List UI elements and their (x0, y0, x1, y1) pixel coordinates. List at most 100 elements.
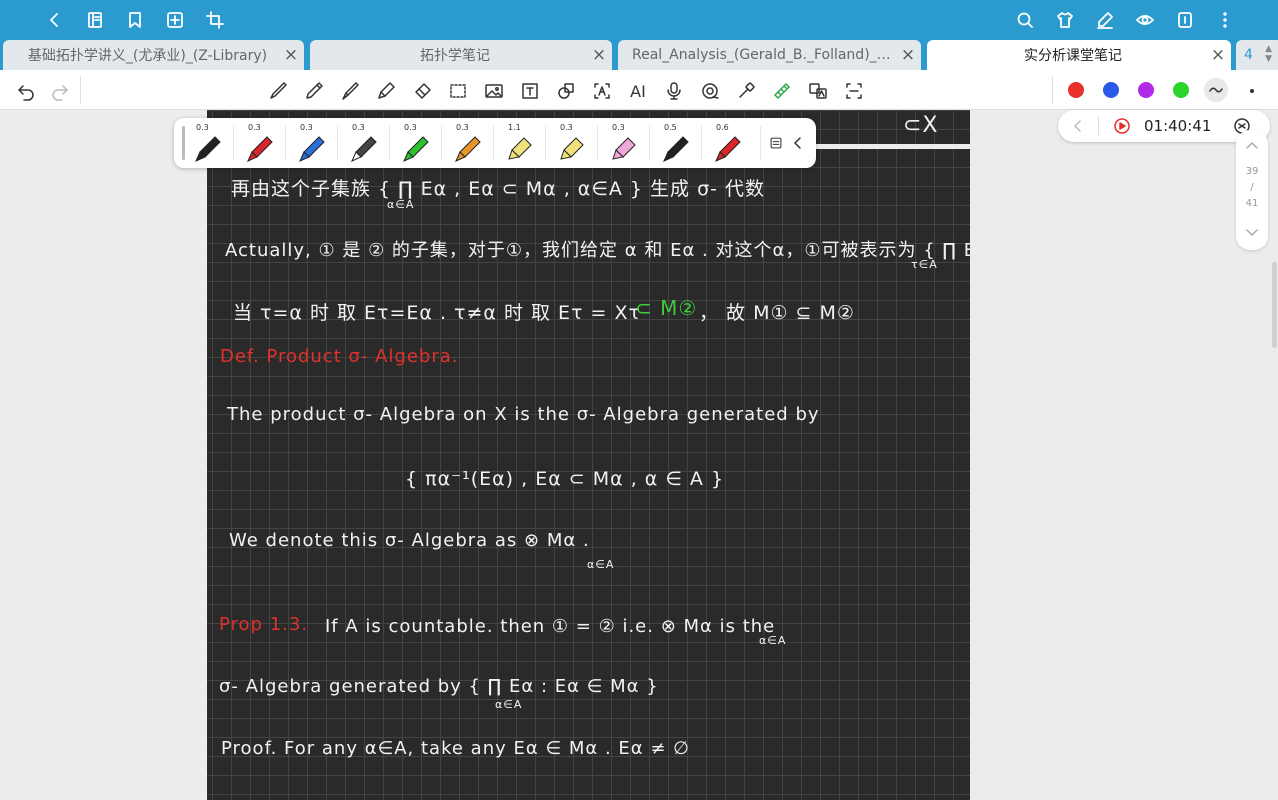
text-box-icon[interactable] (518, 79, 542, 103)
more-menu-icon[interactable] (1211, 6, 1239, 34)
pen-preset-11[interactable]: 0.6 (704, 121, 752, 165)
pen-preset-10[interactable]: 0.5 (652, 121, 700, 165)
note-subscript: α∈A (759, 634, 787, 647)
back-icon[interactable] (40, 6, 68, 34)
pen-size-label: 0.6 (716, 123, 729, 132)
pen-preset-7[interactable]: 1.1 (496, 121, 544, 165)
close-icon[interactable]: × (586, 45, 612, 65)
palette-settings-icon[interactable] (764, 131, 788, 155)
highlighter-pen-icon (560, 137, 584, 160)
text-recognition-icon[interactable] (590, 79, 614, 103)
stroke-style-icon[interactable] (1204, 78, 1228, 102)
tab-label: 拓扑学笔记 (420, 48, 490, 64)
note-subscript: α∈A (495, 698, 523, 711)
chevron-left-icon[interactable] (1066, 114, 1090, 138)
divider (337, 126, 338, 160)
definition-title: Def. Product σ- Algebra. (220, 346, 459, 367)
tab-real-analysis-notes[interactable]: 实分析课堂笔记 × (927, 40, 1231, 70)
tab-label: Real_Analysis_(Gerald_B._Folland)_(… (632, 47, 895, 63)
tab-topology-lecture[interactable]: 基础拓扑学讲义_(尤承业)_(Z-Library) × (3, 40, 304, 70)
pen-preset-2[interactable]: 0.3 (236, 121, 284, 165)
bookmark-icon[interactable] (121, 6, 149, 34)
tab-real-analysis-folland[interactable]: Real_Analysis_(Gerald_B._Folland)_(… × (618, 40, 921, 70)
color-swatch-purple[interactable] (1138, 82, 1154, 98)
lasso-select-icon[interactable] (446, 79, 470, 103)
divider (1098, 117, 1099, 135)
fountain-pen-icon (299, 136, 325, 162)
pen-size-label: 1.1 (508, 123, 521, 132)
highlighter-pen-icon (612, 137, 636, 160)
laser-pointer-icon[interactable] (734, 79, 758, 103)
play-icon[interactable] (1110, 114, 1134, 138)
microphone-icon[interactable] (662, 79, 686, 103)
pen-preset-1[interactable]: 0.3 (184, 121, 232, 165)
scrollbar[interactable] (1272, 262, 1277, 348)
pen-size-label: 0.3 (404, 123, 417, 132)
view-eye-icon[interactable] (1131, 6, 1159, 34)
tab-topology-notes[interactable]: 拓扑学笔记 × (310, 40, 612, 70)
color-swatch-green[interactable] (1173, 82, 1189, 98)
pen-preset-6[interactable]: 0.3 (444, 121, 492, 165)
crop-icon[interactable] (201, 6, 229, 34)
note-page-canvas[interactable]: ⊂X 再由这个子集族 { ∏ Eα , Eα ⊂ Mα , α∈A } 生成 σ… (207, 110, 970, 800)
note-line: We denote this σ- Algebra as ⊗ Mα . (229, 530, 590, 551)
divider (1052, 76, 1053, 104)
divider (493, 126, 494, 160)
divider (233, 126, 234, 160)
translate-icon[interactable] (806, 79, 830, 103)
book-icon[interactable] (81, 6, 109, 34)
pen-preset-8[interactable]: 0.3 (548, 121, 596, 165)
highlighter-icon[interactable] (374, 79, 398, 103)
note-line: Actually, ① 是 ② 的子集，对于①，我们给定 α 和 Eα . 对这… (225, 240, 970, 261)
pencil-icon[interactable] (302, 79, 326, 103)
divider (760, 126, 761, 160)
fountain-pen-icon (663, 136, 689, 162)
pen-preset-5[interactable]: 0.3 (392, 121, 440, 165)
fountain-pen-icon (715, 136, 741, 162)
page-indicator: 39 / 41 (1236, 130, 1268, 250)
pen-size-label: 0.3 (300, 123, 313, 132)
chevron-up-down-icon: ▲ ▼ (1265, 44, 1272, 64)
page-down-icon[interactable] (1240, 220, 1264, 244)
ai-tool-icon[interactable]: AI (626, 79, 650, 103)
note-subscript: τ∈A (911, 258, 938, 271)
redo-icon[interactable] (48, 79, 72, 103)
split-view-icon[interactable] (1171, 6, 1199, 34)
tab-count-button[interactable]: 4 ▲ ▼ (1236, 40, 1278, 70)
undo-icon[interactable] (14, 79, 38, 103)
image-icon[interactable] (482, 79, 506, 103)
pen-size-label: 0.3 (456, 123, 469, 132)
close-icon[interactable]: × (1205, 45, 1231, 65)
search-icon[interactable] (1011, 6, 1039, 34)
page-up-icon[interactable] (1240, 134, 1264, 158)
fountain-pen-icon (195, 136, 221, 162)
ruler-icon[interactable] (770, 79, 794, 103)
ocr-icon[interactable] (842, 79, 866, 103)
eraser-icon[interactable] (410, 79, 434, 103)
recording-time: 01:40:41 (1144, 117, 1212, 135)
pen-preset-3[interactable]: 0.3 (288, 121, 336, 165)
divider (597, 126, 598, 160)
pen-size-label: 0.5 (664, 123, 677, 132)
shape-icon[interactable] (554, 79, 578, 103)
more-dot-icon[interactable] (1240, 79, 1264, 103)
tape-icon[interactable] (698, 79, 722, 103)
pen-preset-9[interactable]: 0.3 (600, 121, 648, 165)
collapse-chevron-icon[interactable] (786, 131, 810, 155)
color-swatch-red[interactable] (1068, 82, 1084, 98)
total-pages: 41 (1245, 198, 1259, 209)
color-swatch-blue[interactable] (1103, 82, 1119, 98)
note-line: σ- Algebra generated by { ∏ Eα : Eα ∈ Mα… (219, 676, 659, 697)
handwriting-icon[interactable] (1091, 6, 1119, 34)
add-page-icon[interactable] (161, 6, 189, 34)
tab-label: 基础拓扑学讲义_(尤承业)_(Z-Library) (27, 48, 268, 64)
close-icon[interactable]: × (895, 45, 921, 65)
note-line: If A is countable. then ① = ② i.e. ⊗ Mα … (325, 616, 776, 637)
theme-shirt-icon[interactable] (1051, 6, 1079, 34)
brush-pen-icon[interactable] (338, 79, 362, 103)
fountain-pen-icon[interactable] (266, 79, 290, 103)
pen-size-label: 0.3 (248, 123, 261, 132)
pen-preset-4[interactable]: 0.3 (340, 121, 388, 165)
divider (441, 126, 442, 160)
close-icon[interactable]: × (278, 45, 304, 65)
